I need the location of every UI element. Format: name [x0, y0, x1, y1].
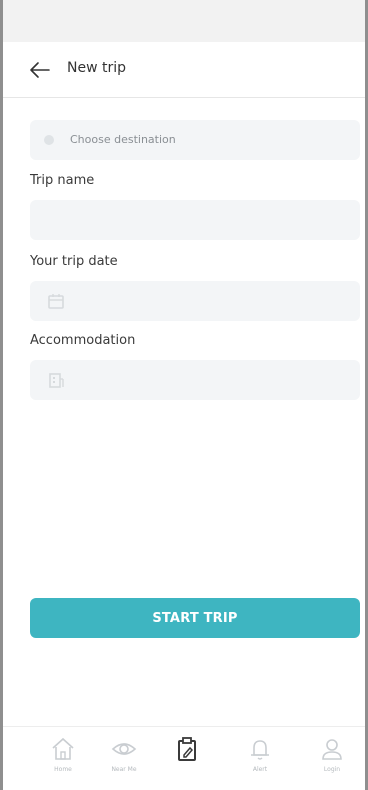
calendar-icon [48, 294, 64, 309]
trip-name-label: Trip name [30, 173, 95, 188]
status-bar [3, 0, 365, 42]
trip-date-input[interactable] [30, 281, 360, 321]
accommodation-input[interactable] [30, 360, 360, 400]
user-icon [322, 739, 342, 760]
page-title: New trip [67, 60, 127, 76]
arrow-left-icon [30, 62, 50, 78]
home-icon [52, 737, 74, 760]
location-icon [44, 135, 54, 145]
app-header: New trip [3, 42, 365, 98]
nav-alert-label: Alert [252, 766, 268, 773]
nav-near-me-label: Near Me [111, 766, 137, 773]
start-trip-button[interactable]: START TRIP [30, 598, 360, 638]
destination-select[interactable]: Choose destination [30, 120, 360, 160]
clipboard-edit-icon [178, 737, 196, 761]
building-icon [49, 373, 64, 388]
nav-login-label: Login [323, 766, 341, 773]
trip-name-input[interactable] [30, 200, 360, 240]
nav-near-me[interactable]: Near Me [96, 735, 152, 785]
bell-icon [251, 740, 269, 760]
nav-home[interactable]: Home [35, 735, 91, 785]
nav-trip[interactable] [159, 735, 215, 785]
bottom-navigation: Home Near Me Alert Login [3, 726, 365, 790]
back-button[interactable] [27, 58, 55, 82]
accommodation-label: Accommodation [30, 333, 136, 348]
nav-login[interactable]: Login [304, 735, 360, 785]
eye-icon [111, 743, 137, 755]
destination-placeholder: Choose destination [70, 133, 176, 146]
trip-date-label: Your trip date [30, 254, 118, 269]
phone-screen: New trip Choose destination Trip name Yo… [0, 0, 368, 790]
nav-home-label: Home [54, 766, 72, 773]
nav-alert[interactable]: Alert [232, 735, 288, 785]
